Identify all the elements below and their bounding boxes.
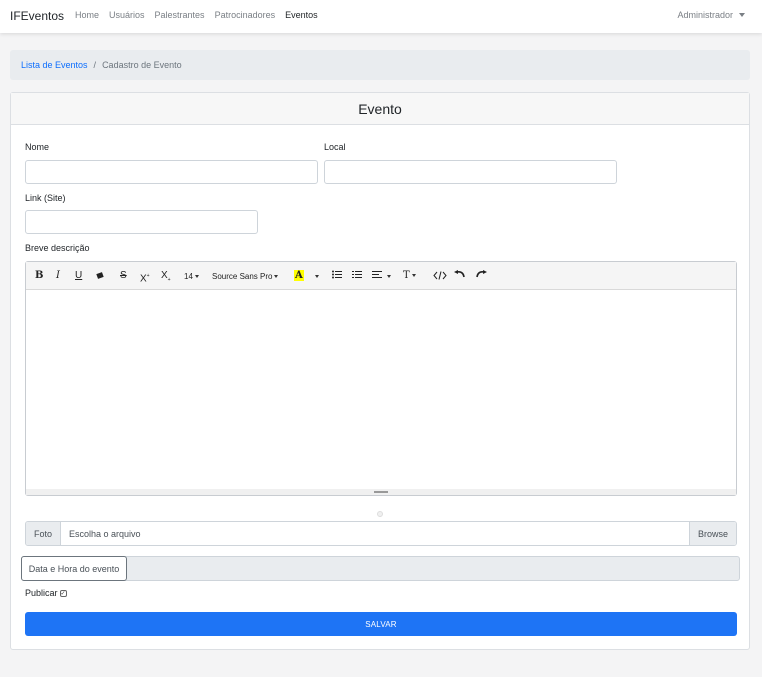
superscript-label: X: [140, 273, 147, 285]
eraser-icon: [96, 272, 104, 279]
breadcrumb-separator: /: [93, 60, 97, 70]
font-size-dropdown[interactable]: 14: [184, 271, 199, 283]
nav-link-patrocinadores[interactable]: Patrocinadores: [215, 10, 276, 20]
undo-icon: [454, 270, 465, 278]
user-name: Administrador: [677, 10, 733, 20]
text-color-dropdown[interactable]: [313, 271, 319, 283]
caret-down-icon: [411, 273, 416, 277]
caret-down-icon: [315, 274, 319, 278]
user-menu[interactable]: Administrador: [677, 10, 745, 20]
navbar: IFEventos Home Usuários Palestrantes Pat…: [0, 0, 762, 33]
nome-input[interactable]: [25, 160, 318, 184]
line-height-icon: T: [403, 270, 410, 281]
subscript-mark-icon: +: [167, 277, 171, 283]
foto-file-input[interactable]: Foto Escolha o arquivo Browse: [25, 521, 737, 546]
font-size-value: 14: [184, 272, 193, 281]
card-title: Evento: [11, 93, 749, 125]
brand-logo[interactable]: IFEventos: [10, 9, 64, 23]
underline-button[interactable]: U: [75, 270, 82, 282]
superscript-mark-icon: +: [146, 273, 150, 279]
descricao-label: Breve descrição: [25, 243, 90, 253]
breadcrumb-current: Cadastro de Evento: [102, 60, 182, 70]
caret-down-icon: [739, 13, 745, 17]
eraser-button[interactable]: [96, 271, 104, 284]
file-placeholder[interactable]: Escolha o arquivo: [61, 522, 689, 545]
unordered-list-button[interactable]: [332, 270, 342, 283]
publicar-row: Publicar ✓: [25, 588, 67, 598]
link-input[interactable]: [25, 210, 258, 234]
publicar-checkbox[interactable]: ✓: [59, 589, 67, 597]
date-time-input[interactable]: Data e Hora do evento: [21, 556, 740, 581]
nome-label: Nome: [25, 142, 50, 152]
nav-link-usuarios[interactable]: Usuários: [109, 10, 145, 20]
strikethrough-button[interactable]: S: [120, 270, 127, 282]
editor-resize-bar[interactable]: [26, 489, 736, 495]
line-height-dropdown[interactable]: T: [403, 270, 416, 282]
subscript-button[interactable]: X+: [161, 270, 171, 286]
caret-down-icon: [386, 274, 391, 278]
nav-link-eventos[interactable]: Eventos: [285, 10, 318, 20]
text-color-button[interactable]: A: [294, 270, 304, 282]
nav-link-home[interactable]: Home: [75, 10, 99, 20]
code-view-button[interactable]: [433, 271, 447, 284]
bullet-list-icon: [332, 270, 342, 279]
bold-button[interactable]: B: [35, 270, 43, 282]
code-icon: [433, 271, 447, 280]
subscript-label: X: [161, 270, 168, 281]
paragraph-align-dropdown[interactable]: [372, 270, 391, 283]
save-button[interactable]: SALVAR: [25, 612, 737, 636]
superscript-button[interactable]: X+: [140, 270, 150, 285]
ordered-list-icon: [352, 271, 362, 278]
foto-label: Foto: [26, 522, 61, 545]
nav-link-palestrantes[interactable]: Palestrantes: [155, 10, 205, 20]
breadcrumb: Lista de Eventos / Cadastro de Evento: [10, 50, 750, 80]
editor-content-area[interactable]: [26, 291, 736, 489]
browse-button[interactable]: Browse: [689, 522, 736, 545]
undo-button[interactable]: [454, 270, 465, 283]
italic-button[interactable]: I: [56, 270, 60, 282]
link-label: Link (Site): [25, 193, 66, 203]
redo-button[interactable]: [476, 270, 487, 283]
resize-handle-icon: [374, 491, 388, 493]
ordered-list-button[interactable]: [352, 270, 362, 283]
rich-text-editor: B I U S X+ X+ 14 Source Sans Pro A T: [25, 261, 737, 496]
editor-toolbar: B I U S X+ X+ 14 Source Sans Pro A T: [26, 262, 736, 290]
publicar-label: Publicar: [25, 588, 58, 598]
local-label: Local: [324, 142, 346, 152]
date-time-label: Data e Hora do evento: [21, 556, 127, 581]
breadcrumb-link-lista-eventos[interactable]: Lista de Eventos: [21, 60, 88, 70]
redo-icon: [476, 270, 487, 278]
font-family-dropdown[interactable]: Source Sans Pro: [212, 271, 279, 283]
caret-down-icon: [274, 275, 279, 279]
align-icon: [372, 271, 382, 278]
caret-down-icon: [194, 275, 199, 279]
nav-links: Home Usuários Palestrantes Patrocinadore…: [75, 10, 318, 20]
status-dot: [377, 511, 383, 517]
event-form-card: Evento Nome Local Link (Site) Breve desc…: [10, 92, 750, 650]
text-color-icon: A: [294, 270, 304, 281]
local-input[interactable]: [324, 160, 617, 184]
font-family-value: Source Sans Pro: [212, 272, 273, 281]
